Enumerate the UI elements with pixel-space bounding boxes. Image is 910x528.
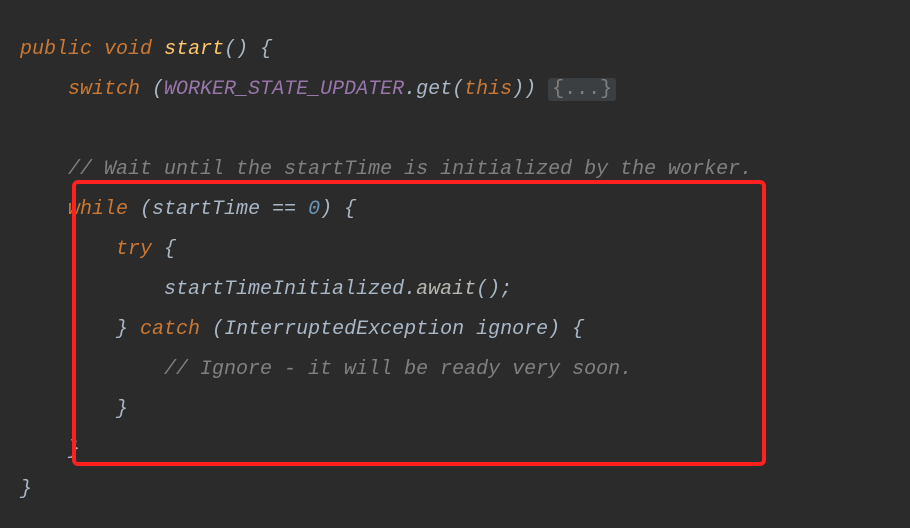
close-parens: )): [512, 78, 548, 101]
code-line-11: }: [20, 470, 890, 510]
keyword-catch: catch: [128, 318, 212, 341]
var-starttime: startTime: [152, 198, 260, 221]
brace-close: }: [116, 398, 128, 421]
method-await: await: [416, 278, 476, 301]
exception-type: InterruptedException ignore: [224, 318, 548, 341]
close-brace: ) {: [548, 318, 584, 341]
comment-ignore: // Ignore - it will be ready very soon.: [164, 358, 632, 381]
indent: [20, 158, 68, 181]
indent: [20, 438, 68, 461]
indent: [20, 318, 116, 341]
code-line-5: try {: [20, 230, 890, 270]
keyword-switch: switch: [68, 78, 140, 101]
method-name: start: [164, 38, 224, 61]
static-constant: WORKER_STATE_UPDATER: [164, 78, 404, 101]
comment-wait: // Wait until the startTime is initializ…: [68, 158, 752, 181]
indent: [20, 358, 164, 381]
paren-open: (: [128, 198, 152, 221]
paren-open: (: [212, 318, 224, 341]
code-line-7: } catch (InterruptedException ignore) {: [20, 310, 890, 350]
indent: [20, 78, 68, 101]
brace-open: {: [152, 238, 176, 261]
indent: [20, 238, 116, 261]
var-starttimeinit: startTimeInitialized: [164, 278, 404, 301]
keyword-void: void: [104, 38, 152, 61]
code-line-blank: [20, 110, 890, 150]
eq-op: ==: [260, 198, 308, 221]
code-line-2: switch (WORKER_STATE_UPDATER.get(this)) …: [20, 70, 890, 110]
paren-open: (: [140, 78, 164, 101]
brace-close: }: [116, 318, 128, 341]
literal-zero: 0: [308, 198, 320, 221]
code-line-10: }: [20, 430, 890, 470]
close-brace: ) {: [320, 198, 356, 221]
code-line-3: // Wait until the startTime is initializ…: [20, 150, 890, 190]
parens-semi: ();: [476, 278, 512, 301]
brace-close: }: [68, 438, 80, 461]
code-line-1: public void start() {: [20, 30, 890, 70]
keyword-try: try: [116, 238, 152, 261]
code-line-8: // Ignore - it will be ready very soon.: [20, 350, 890, 390]
indent: [20, 198, 68, 221]
code-line-4: while (startTime == 0) {: [20, 190, 890, 230]
method-get: .get(: [404, 78, 464, 101]
indent: [20, 398, 116, 421]
indent: [20, 278, 164, 301]
brace-close: }: [20, 478, 32, 501]
dot: .: [404, 278, 416, 301]
keyword-public: public: [20, 38, 92, 61]
code-line-6: startTimeInitialized.await();: [20, 270, 890, 310]
folded-block[interactable]: {...}: [548, 78, 616, 101]
code-block: public void start() { switch (WORKER_STA…: [20, 30, 890, 510]
code-line-9: }: [20, 390, 890, 430]
keyword-while: while: [68, 198, 128, 221]
keyword-this: this: [464, 78, 512, 101]
parens: (): [224, 38, 248, 61]
brace-open: {: [248, 38, 272, 61]
